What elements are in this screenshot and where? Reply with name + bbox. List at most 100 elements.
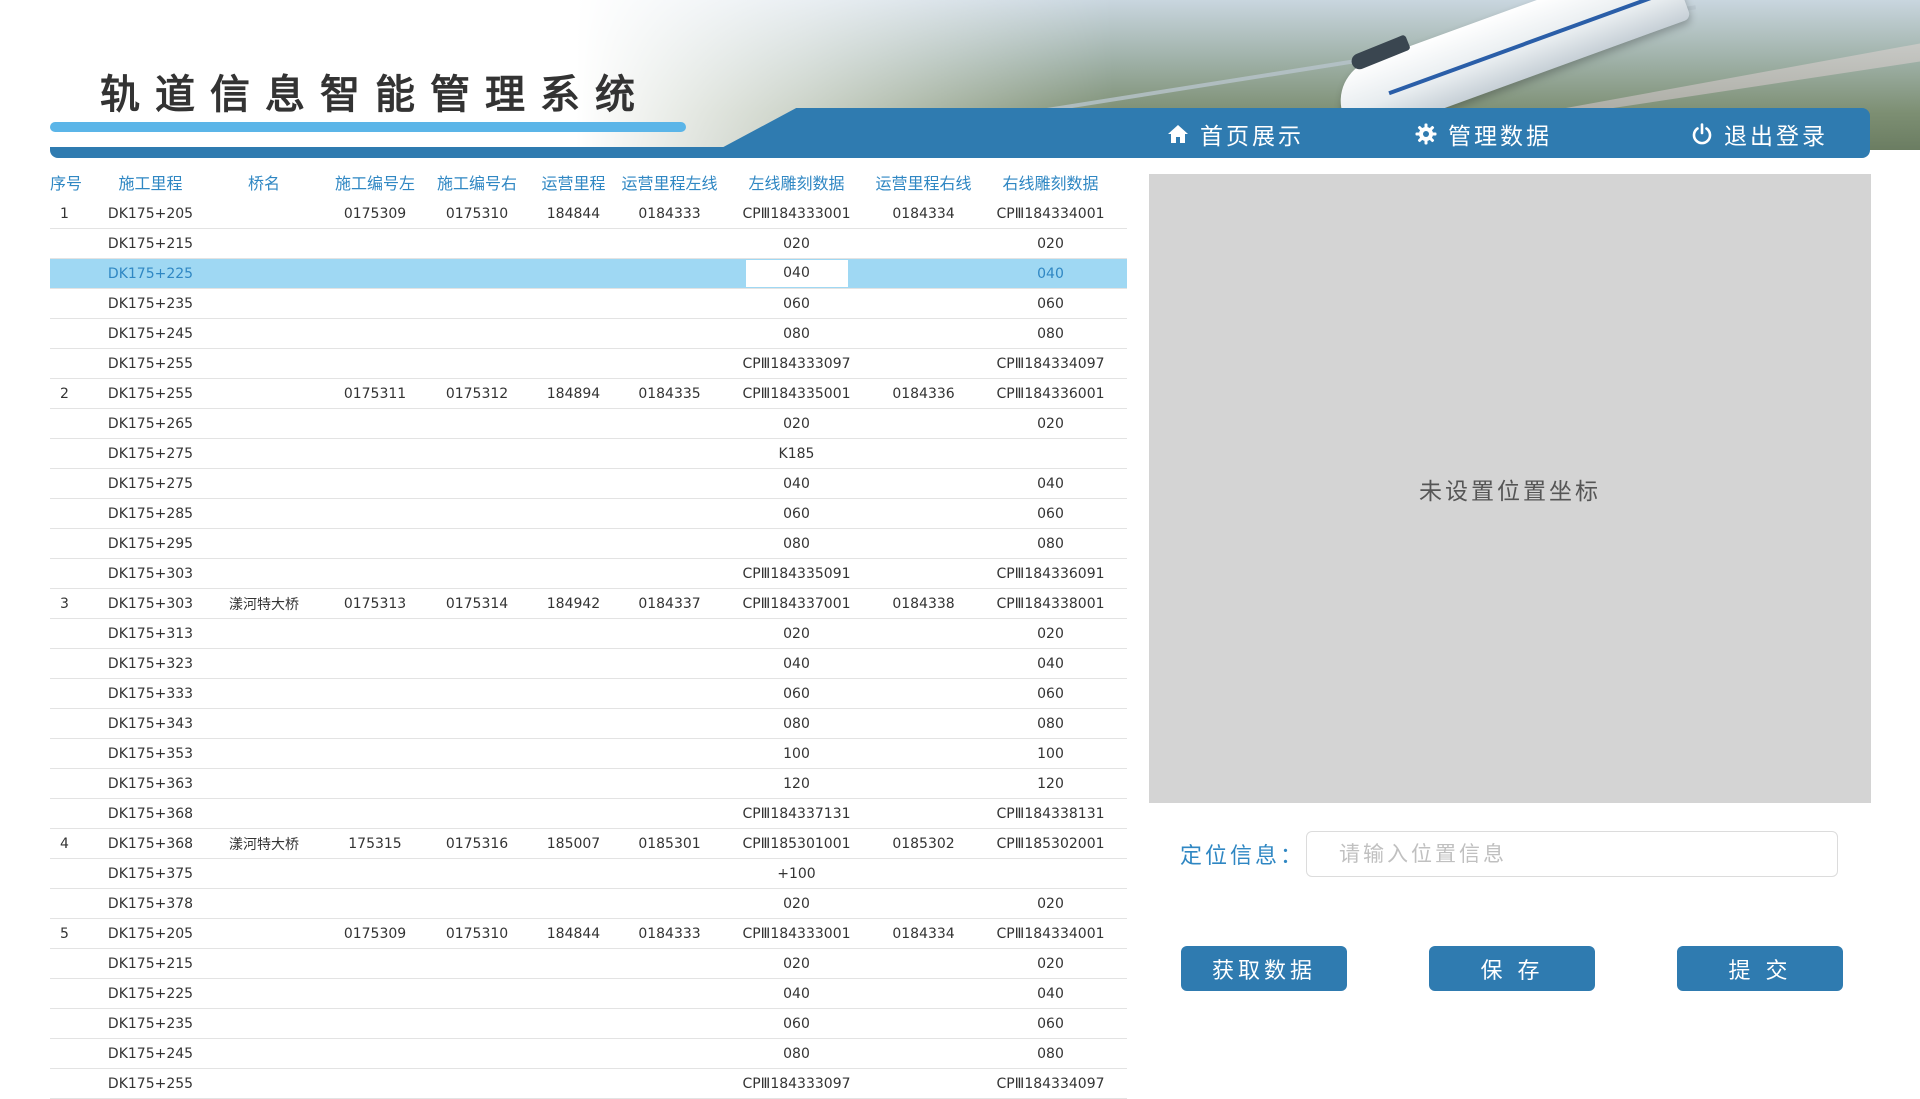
table-row[interactable]: DK175+313 020 020	[50, 618, 1127, 649]
table-cell: 040	[974, 258, 1127, 289]
table-cell	[873, 528, 974, 559]
table-cell: DK175+255	[97, 348, 204, 379]
table-cell: 080	[720, 528, 873, 559]
table-cell	[619, 948, 720, 979]
table-row[interactable]: DK175+215 020 020	[50, 228, 1127, 259]
table-cell	[873, 1068, 974, 1099]
table-cell: DK175+368	[97, 828, 204, 859]
table-cell: 1	[50, 199, 97, 229]
table-cell	[324, 408, 426, 439]
table-row[interactable]: DK175+368 CPⅢ184337131 CPⅢ184338131	[50, 798, 1127, 829]
table-cell	[204, 618, 324, 649]
table-cell	[873, 1008, 974, 1039]
table-row[interactable]: DK175+285 060 060	[50, 498, 1127, 529]
submit-button[interactable]: 提 交	[1677, 946, 1843, 991]
nav-logout-label: 退出登录	[1724, 124, 1828, 150]
table-row[interactable]: DK175+333 060 060	[50, 678, 1127, 709]
table-cell	[50, 258, 97, 289]
table-cell: DK175+303	[97, 558, 204, 589]
table-cell	[619, 228, 720, 259]
table-cell	[528, 498, 619, 529]
table-row[interactable]: DK175+215 020 020	[50, 948, 1127, 979]
table-row[interactable]: DK175+245 080 080	[50, 1038, 1127, 1069]
table-cell	[619, 498, 720, 529]
table-row[interactable]: 4 DK175+368 漾河特大桥 175315 0175316 185007 018530…	[50, 828, 1127, 859]
table-cell: 060	[974, 678, 1127, 709]
table-row[interactable]: DK175+275 040 040	[50, 468, 1127, 499]
table-cell: 2	[50, 378, 97, 409]
table-cell	[324, 708, 426, 739]
table-cell	[873, 648, 974, 679]
table-cell	[426, 678, 528, 709]
nav-logout-button[interactable]: 退出登录	[1690, 116, 1828, 152]
table-row[interactable]: DK175+255 CPⅢ184333097 CPⅢ184334097	[50, 1068, 1127, 1099]
table-row[interactable]: DK175+245 080 080	[50, 318, 1127, 349]
table-cell: CPⅢ184333001	[720, 199, 873, 229]
table-cell	[426, 978, 528, 1009]
table-cell	[50, 498, 97, 529]
nav-home-button[interactable]: 首页展示	[1166, 116, 1304, 152]
table-row[interactable]: 3 DK175+303 漾河特大桥 0175313 0175314 184942 01843…	[50, 588, 1127, 619]
table-row[interactable]: DK175+343 080 080	[50, 708, 1127, 739]
save-button[interactable]: 保 存	[1429, 946, 1595, 991]
table-row[interactable]: DK175+378 020 020	[50, 888, 1127, 919]
track-data-table-container: 序号 施工里程 桥名 施工编号左 施工编号右 运营里程 运营里程左线 左线雕刻数据 运营里程右线…	[50, 165, 1127, 1099]
table-row[interactable]: DK175+375 +100	[50, 858, 1127, 889]
table-cell	[528, 1038, 619, 1069]
table-row[interactable]: 2 DK175+255 0175311 0175312 184894 0184335 CPⅢ…	[50, 378, 1127, 409]
location-input[interactable]	[1306, 831, 1838, 877]
table-cell	[528, 408, 619, 439]
table-cell	[619, 1038, 720, 1069]
table-cell	[50, 528, 97, 559]
table-cell: 0184337	[619, 588, 720, 619]
table-row[interactable]: DK175+225 040 040	[50, 258, 1127, 289]
column-header: 桥名	[247, 174, 280, 193]
table-cell: CPⅢ184333097	[720, 348, 873, 379]
table-cell: 184942	[528, 588, 619, 619]
fetch-data-button[interactable]: 获取数据	[1181, 946, 1347, 991]
table-cell: DK175+215	[97, 948, 204, 979]
table-row[interactable]: DK175+275 K185	[50, 438, 1127, 469]
table-row[interactable]: DK175+323 040 040	[50, 648, 1127, 679]
table-cell	[528, 678, 619, 709]
table-row[interactable]: DK175+235 060 060	[50, 288, 1127, 319]
gear-icon	[1415, 123, 1437, 145]
table-cell: DK175+375	[97, 858, 204, 889]
table-row[interactable]: DK175+353 100 100	[50, 738, 1127, 769]
table-row[interactable]: DK175+225 040 040	[50, 978, 1127, 1009]
table-cell	[619, 618, 720, 649]
table-row[interactable]: DK175+265 020 020	[50, 408, 1127, 439]
table-cell	[619, 738, 720, 769]
table-cell	[324, 1038, 426, 1069]
table-cell	[619, 888, 720, 919]
table-row[interactable]: 1 DK175+205 0175309 0175310 184844 0184333 CPⅢ…	[50, 199, 1127, 229]
table-cell	[873, 318, 974, 349]
table-cell: DK175+225	[97, 258, 204, 289]
coordinate-map-panel[interactable]: 未设置位置坐标	[1149, 174, 1871, 803]
table-cell	[873, 288, 974, 319]
table-row[interactable]: 5 DK175+205 0175309 0175310 184844 0184333 CPⅢ…	[50, 918, 1127, 949]
table-cell: 0175309	[324, 918, 426, 949]
table-cell: DK175+378	[97, 888, 204, 919]
table-cell	[204, 258, 324, 289]
table-cell	[50, 558, 97, 589]
table-cell	[528, 948, 619, 979]
table-cell: CPⅢ185301001	[720, 828, 873, 859]
table-cell: 0175309	[324, 199, 426, 229]
table-cell: DK175+285	[97, 498, 204, 529]
table-cell: 060	[974, 288, 1127, 319]
table-cell	[426, 288, 528, 319]
table-row[interactable]: DK175+255 CPⅢ184333097 CPⅢ184334097	[50, 348, 1127, 379]
table-cell	[528, 768, 619, 799]
column-header: 运营里程左线	[621, 174, 718, 193]
table-cell	[528, 648, 619, 679]
cell-edit-field[interactable]: 040	[745, 260, 848, 287]
table-row[interactable]: DK175+295 080 080	[50, 528, 1127, 559]
table-row[interactable]: DK175+363 120 120	[50, 768, 1127, 799]
nav-manage-button[interactable]: 管理数据	[1414, 116, 1552, 152]
table-row[interactable]: DK175+303 CPⅢ184335091 CPⅢ184336091	[50, 558, 1127, 589]
table-cell	[426, 468, 528, 499]
table-row[interactable]: DK175+235 060 060	[50, 1008, 1127, 1039]
table-cell	[873, 708, 974, 739]
table-cell: 0184334	[873, 199, 974, 229]
